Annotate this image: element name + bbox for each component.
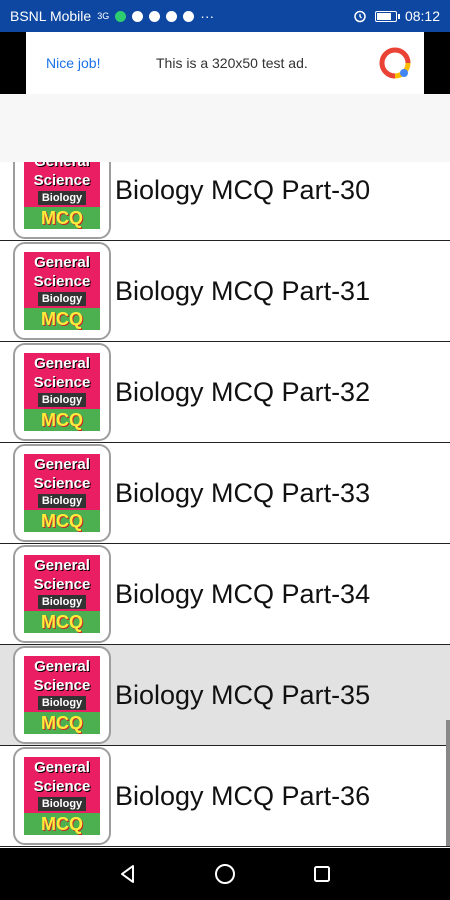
general-science-logo: General Science Biology MCQ bbox=[24, 656, 100, 734]
thumb-line4: MCQ bbox=[24, 712, 100, 734]
item-title: Biology MCQ Part-32 bbox=[115, 376, 371, 407]
thumb-line4: MCQ bbox=[24, 207, 100, 229]
item-title: Biology MCQ Part-36 bbox=[115, 780, 371, 811]
home-button[interactable] bbox=[205, 854, 245, 894]
chat-icon bbox=[149, 10, 161, 22]
thumb-line1: General bbox=[34, 254, 90, 271]
thumb-line2: Science bbox=[33, 172, 91, 189]
alarm-clock-icon bbox=[354, 10, 366, 23]
back-button[interactable] bbox=[108, 854, 148, 894]
thumb-line3: Biology bbox=[37, 292, 87, 306]
thumb-line3: Biology bbox=[37, 393, 87, 407]
item-title: Biology MCQ Part-33 bbox=[115, 477, 371, 508]
ads-logo-icon bbox=[379, 47, 411, 79]
clock: 08:12 bbox=[404, 8, 440, 24]
list-item[interactable]: General Science Biology MCQ Biology MCQ … bbox=[0, 746, 450, 847]
thumb-line2: Science bbox=[33, 576, 91, 593]
chapter-thumbnail: General Science Biology MCQ bbox=[13, 747, 111, 845]
ad-banner-container: Nice job! This is a 320x50 test ad. bbox=[0, 32, 450, 94]
list-item[interactable]: General Science Biology MCQ Biology MCQ … bbox=[0, 544, 450, 645]
thumb-line3: Biology bbox=[37, 595, 87, 609]
item-title: Biology MCQ Part-31 bbox=[115, 275, 371, 306]
general-science-logo: General Science Biology MCQ bbox=[24, 757, 100, 835]
navigation-bar bbox=[0, 848, 450, 900]
ad-left-text: Nice job! bbox=[46, 55, 101, 71]
list-item[interactable]: General Science Biology MCQ Biology MCQ … bbox=[0, 645, 450, 746]
ad-banner[interactable]: Nice job! This is a 320x50 test ad. bbox=[26, 32, 424, 94]
thumb-line1: General bbox=[34, 759, 90, 776]
battery-icon bbox=[374, 10, 400, 22]
carrier-label: BSNL Mobile bbox=[10, 8, 92, 24]
chapter-thumbnail: General Science Biology MCQ bbox=[13, 444, 111, 542]
header-spacer bbox=[0, 94, 450, 162]
thumb-line3: Biology bbox=[37, 797, 87, 811]
thumb-line2: Science bbox=[33, 374, 91, 391]
chapter-thumbnail: General Science Biology MCQ bbox=[13, 646, 111, 744]
thumb-line3: Biology bbox=[37, 191, 87, 205]
thumb-line2: Science bbox=[33, 778, 91, 795]
thumb-line2: Science bbox=[33, 677, 91, 694]
more-notifications-icon: ··· bbox=[200, 8, 215, 24]
messenger-icon bbox=[166, 10, 178, 22]
thumb-line4: MCQ bbox=[24, 813, 100, 835]
thumb-line1: General bbox=[34, 162, 90, 170]
item-title: Biology MCQ Part-34 bbox=[115, 578, 371, 609]
recents-square-icon bbox=[313, 866, 330, 882]
whatsapp-icon bbox=[115, 10, 127, 22]
chapter-thumbnail: General Science Biology MCQ bbox=[13, 162, 111, 239]
thumb-line1: General bbox=[34, 456, 90, 473]
list-item[interactable]: General Science Biology MCQ Biology MCQ … bbox=[0, 342, 450, 443]
item-title: Biology MCQ Part-30 bbox=[115, 174, 371, 205]
back-triangle-icon bbox=[121, 865, 135, 883]
status-bar: BSNL Mobile 3G ··· 08:12 bbox=[0, 0, 450, 32]
chapter-list[interactable]: General Science Biology MCQ Biology MCQ … bbox=[0, 162, 450, 848]
general-science-logo: General Science Biology MCQ bbox=[24, 454, 100, 532]
chapter-thumbnail: General Science Biology MCQ bbox=[13, 545, 111, 643]
recents-button[interactable] bbox=[302, 854, 342, 894]
link-icon bbox=[183, 10, 195, 22]
list-item[interactable]: General Science Biology MCQ Biology MCQ … bbox=[0, 443, 450, 544]
ad-main-text: This is a 320x50 test ad. bbox=[156, 55, 308, 71]
general-science-logo: General Science Biology MCQ bbox=[24, 353, 100, 431]
list-scrollbar[interactable] bbox=[446, 720, 450, 846]
thumb-line4: MCQ bbox=[24, 510, 100, 532]
list-item[interactable]: General Science Biology MCQ Biology MCQ … bbox=[0, 162, 450, 241]
network-type: 3G bbox=[97, 11, 110, 21]
item-title: Biology MCQ Part-35 bbox=[115, 679, 371, 710]
thumb-line4: MCQ bbox=[24, 409, 100, 431]
thumb-line1: General bbox=[34, 557, 90, 574]
list-item[interactable]: General Science Biology MCQ Biology MCQ … bbox=[0, 241, 450, 342]
thumb-line2: Science bbox=[33, 475, 91, 492]
thumb-line3: Biology bbox=[37, 494, 87, 508]
chapter-thumbnail: General Science Biology MCQ bbox=[13, 343, 111, 441]
chapter-thumbnail: General Science Biology MCQ bbox=[13, 242, 111, 340]
thumb-line3: Biology bbox=[37, 696, 87, 710]
general-science-logo: General Science Biology MCQ bbox=[24, 555, 100, 633]
general-science-logo: General Science Biology MCQ bbox=[24, 162, 100, 229]
thumb-line2: Science bbox=[33, 273, 91, 290]
thumb-line1: General bbox=[34, 355, 90, 372]
general-science-logo: General Science Biology MCQ bbox=[24, 252, 100, 330]
alarm-icon bbox=[132, 10, 144, 22]
thumb-line1: General bbox=[34, 658, 90, 675]
thumb-line4: MCQ bbox=[24, 611, 100, 633]
home-circle-icon bbox=[214, 864, 235, 884]
thumb-line4: MCQ bbox=[24, 308, 100, 330]
